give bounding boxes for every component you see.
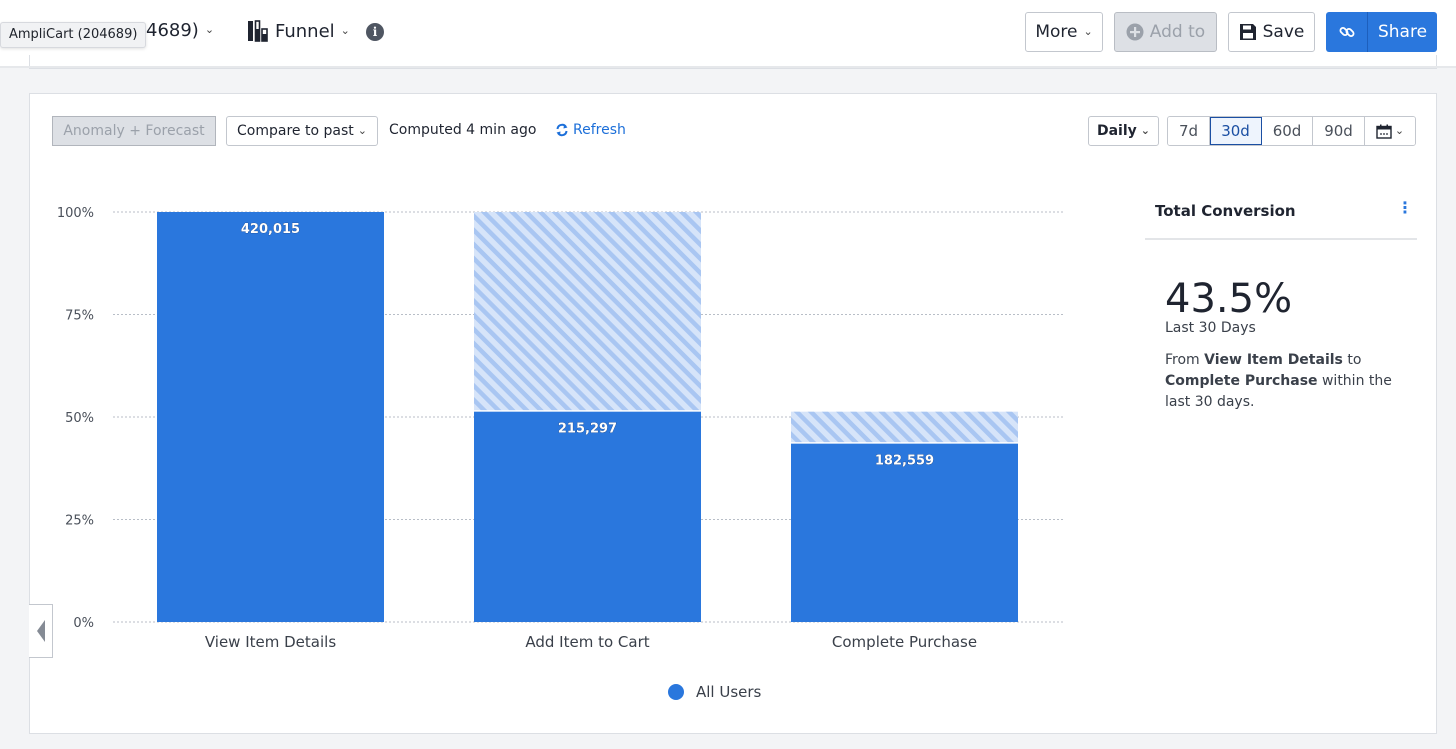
legend-dot[interactable] [668, 684, 684, 700]
x-category-label: View Item Details [205, 633, 336, 651]
conversion-bar[interactable] [791, 444, 1018, 622]
funnel-chart: 0% 25% 50% 75% 100% 420,015 View Item Details 2… [0, 0, 1456, 749]
x-category-label: Add Item to Cart [525, 633, 649, 651]
y-tick-label: 100% [57, 206, 94, 221]
bar-count-label: 215,297 [558, 422, 617, 437]
collapse-sidebar-button[interactable] [29, 604, 53, 658]
bar-count-label: 420,015 [241, 222, 300, 237]
dropoff-bar[interactable] [791, 412, 1018, 442]
legend-label[interactable]: All Users [696, 683, 762, 701]
caret-left-icon [36, 619, 46, 643]
conversion-bar[interactable] [157, 212, 384, 622]
y-tick-label: 75% [65, 309, 94, 324]
project-tooltip: AmpliCart (204689) [0, 22, 146, 48]
y-tick-label: 50% [65, 411, 94, 426]
conversion-bar[interactable] [474, 412, 701, 622]
y-tick-label: 0% [73, 616, 94, 631]
bar-count-label: 182,559 [875, 454, 934, 469]
x-category-label: Complete Purchase [832, 633, 977, 651]
dropoff-bar[interactable] [474, 212, 701, 410]
y-tick-label: 25% [65, 514, 94, 529]
